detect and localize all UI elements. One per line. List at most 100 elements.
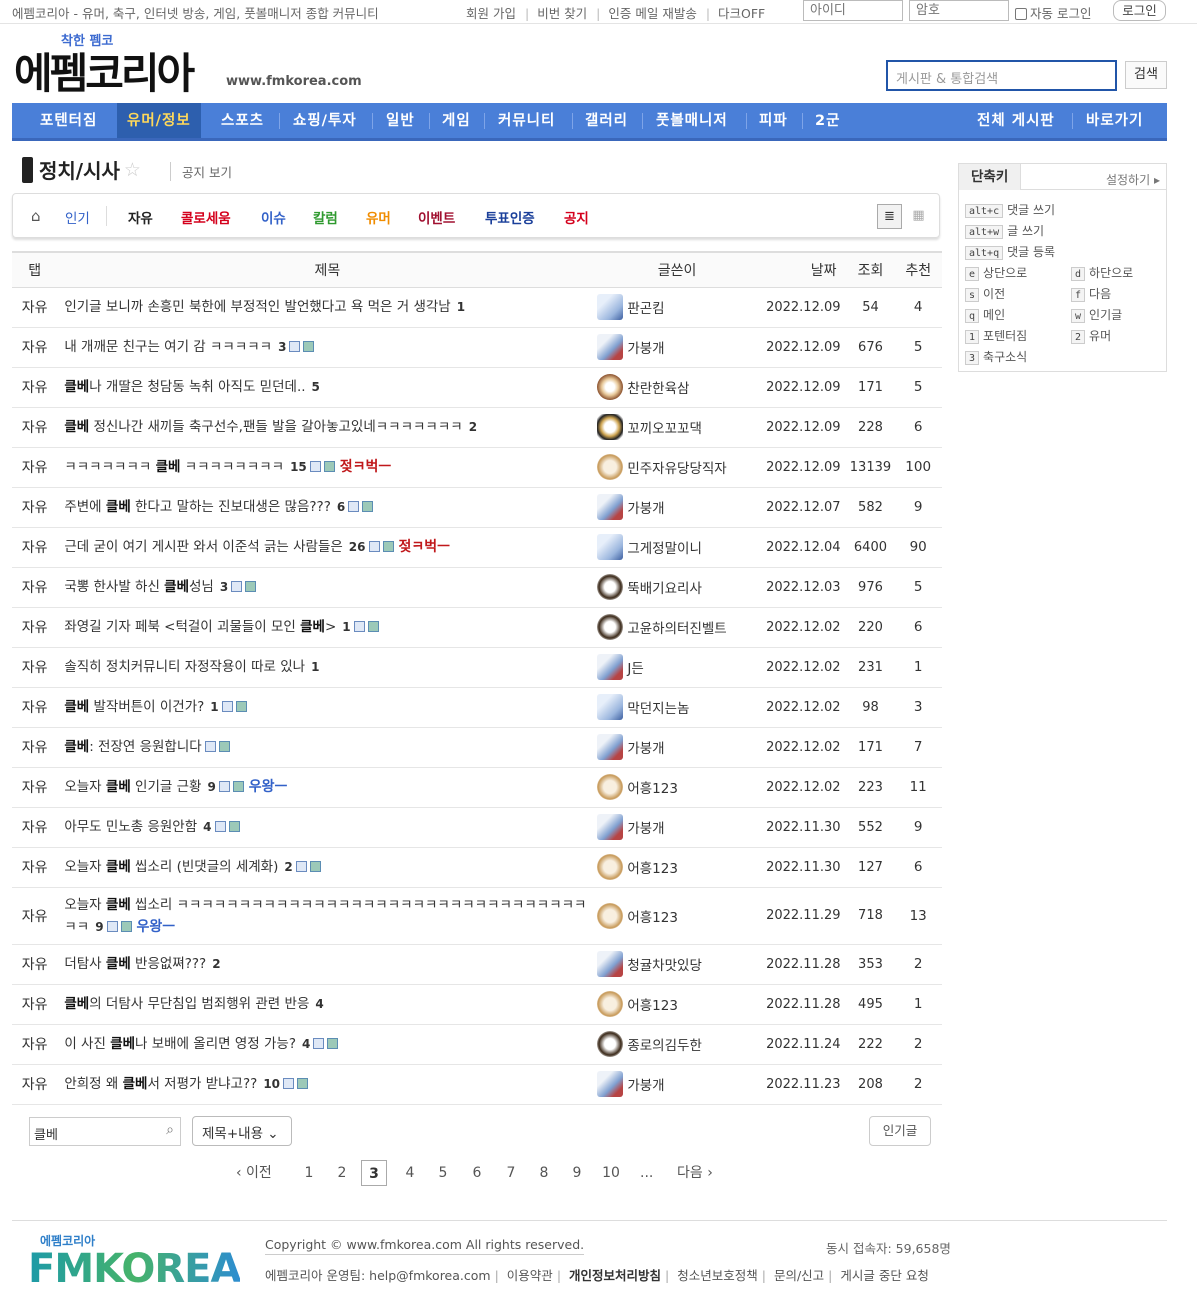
post-author[interactable]: 어흥123 <box>597 847 757 888</box>
author-name[interactable]: 가붕개 <box>627 741 664 757</box>
table-row[interactable]: 자유 아무도 민노총 응원안함 4 가붕개 2022.11.30 552 9 <box>12 807 942 848</box>
post-title-text[interactable]: 좌영길 기자 페북 <턱걸이 괴물들이 모인 <box>64 619 300 635</box>
post-title-cell[interactable]: 클베 정신나간 새끼들 축구선수,팬들 발을 갈아놓고있네ㅋㅋㅋㅋㅋㅋㅋ 2 <box>57 407 598 448</box>
comment-count[interactable]: 3 <box>220 580 228 594</box>
post-author[interactable]: 뚝배기요리사 <box>597 567 757 608</box>
nav-all-boards[interactable]: 전체 게시판 <box>977 103 1055 138</box>
author-name[interactable]: 어흥123 <box>627 998 678 1014</box>
current-page[interactable]: 3 <box>361 1160 387 1186</box>
post-category[interactable]: 자유 <box>12 607 58 648</box>
comment-count[interactable]: 26 <box>349 540 366 554</box>
post-title-cell[interactable]: 근데 굳이 여기 게시판 와서 이준석 긁는 사람들은 26 젖ㅋ벅ㅡ <box>57 527 598 568</box>
author-name[interactable]: 뚝배기요리사 <box>627 581 702 597</box>
post-category[interactable]: 자유 <box>12 727 58 768</box>
post-author[interactable]: 가붕개 <box>597 327 757 368</box>
post-category[interactable]: 자유 <box>12 527 58 568</box>
footer-youth[interactable]: 청소년보호정책 <box>677 1268 758 1283</box>
post-category[interactable]: 자유 <box>12 287 58 328</box>
post-title-cell[interactable]: 더탐사 클베 반응없쪄??? 2 <box>57 944 598 985</box>
footer-contact[interactable]: 에펨코리아 운영팀: help@fmkorea.com <box>265 1268 491 1283</box>
post-title-text[interactable]: 인기글 보니까 손흥민 북한에 부정적인 발언했다고 욕 먹은 거 생각남 <box>64 299 450 315</box>
post-title-text[interactable]: 솔직히 정치커뮤니티 자정작용이 따로 있나 <box>64 659 305 675</box>
post-category[interactable]: 자유 <box>12 984 58 1025</box>
search-highlight[interactable]: 클베 <box>64 419 89 435</box>
author-name[interactable]: 꼬끼오꼬꼬댁 <box>627 421 702 437</box>
post-category[interactable]: 자유 <box>12 767 58 808</box>
post-author[interactable]: 가붕개 <box>597 1064 757 1105</box>
post-title-cell[interactable]: 국뽕 한사발 하신 클베성님 3 <box>57 567 598 608</box>
comment-count[interactable]: 15 <box>290 460 307 474</box>
post-author[interactable]: 종로의김두한 <box>597 1024 757 1065</box>
search-highlight[interactable]: 클베 <box>64 996 89 1012</box>
post-category[interactable]: 자유 <box>12 647 58 688</box>
table-row[interactable]: 자유 클베나 개딸은 청담동 녹취 아직도 믿던데.. 5 찬란한육삼 2022.12.… <box>12 367 942 408</box>
author-name[interactable]: 판곤킴 <box>627 301 664 317</box>
tab-notice[interactable]: 공지 <box>564 207 589 227</box>
post-title-cell[interactable]: 클베: 전장연 응원합니다 <box>57 727 598 768</box>
search-highlight[interactable]: 클베 <box>110 1036 135 1052</box>
post-title-text[interactable]: 오늘자 <box>64 897 106 913</box>
home-icon[interactable]: ⌂ <box>31 207 41 225</box>
post-author[interactable]: 어흥123 <box>597 984 757 1025</box>
post-title-cell[interactable]: 오늘자 클베 인기글 근황 9 우왕ㅡ <box>57 767 598 808</box>
comment-count[interactable]: 2 <box>469 420 477 434</box>
comment-count[interactable]: 5 <box>312 380 320 394</box>
post-author[interactable]: 고윤하의터진벨트 <box>597 607 757 648</box>
post-author[interactable]: 어흥123 <box>597 887 757 945</box>
search-highlight[interactable]: 클베 <box>106 897 131 913</box>
comment-count[interactable]: 1 <box>342 620 350 634</box>
post-author[interactable]: 어흥123 <box>597 767 757 808</box>
post-title-text[interactable]: 정신나간 새끼들 축구선수,팬들 발을 갈아놓고있네ㅋㅋㅋㅋㅋㅋㅋ <box>89 419 462 435</box>
author-name[interactable]: 종로의김두한 <box>627 1038 702 1054</box>
table-row[interactable]: 자유 근데 굳이 여기 게시판 와서 이준석 긁는 사람들은 26 젖ㅋ벅ㅡ 그게정말이… <box>12 527 942 568</box>
page-link[interactable]: 2 <box>329 1160 355 1186</box>
nav-community[interactable]: 커뮤니티 <box>498 103 555 138</box>
post-title-text[interactable]: 안희정 왜 <box>64 1076 122 1092</box>
post-author[interactable]: J든 <box>597 647 757 688</box>
post-category[interactable]: 자유 <box>12 567 58 608</box>
post-category[interactable]: 자유 <box>12 447 58 488</box>
post-title-text[interactable]: 오늘자 <box>64 859 106 875</box>
author-name[interactable]: 막던지는놈 <box>627 701 689 717</box>
post-category[interactable]: 자유 <box>12 847 58 888</box>
page-link[interactable]: 6 <box>464 1160 490 1186</box>
tab-event[interactable]: 이벤트 <box>418 207 455 227</box>
post-category[interactable]: 자유 <box>12 687 58 728</box>
author-name[interactable]: 가붕개 <box>627 821 664 837</box>
nav-gallery[interactable]: 갤러리 <box>585 103 628 138</box>
post-title-text[interactable]: 아무도 민노총 응원안함 <box>64 819 197 835</box>
search-icon[interactable]: ⌕ <box>166 1122 174 1138</box>
footer-takedown[interactable]: 게시글 중단 요청 <box>840 1268 928 1283</box>
table-row[interactable]: 자유 더탐사 클베 반응없쪄??? 2 청귤차맛있당 2022.11.28 353 2 <box>12 944 942 985</box>
post-author[interactable]: 가붕개 <box>597 487 757 528</box>
post-category[interactable]: 자유 <box>12 1024 58 1065</box>
post-title-cell[interactable]: 오늘자 클베 씹소리 (빈댓글의 세계화) 2 <box>57 847 598 888</box>
nav-general[interactable]: 일반 <box>386 103 415 138</box>
comment-count[interactable]: 6 <box>337 500 345 514</box>
table-row[interactable]: 자유 인기글 보니까 손흥민 북한에 부정적인 발언했다고 욕 먹은 거 생각남 1… <box>12 287 942 328</box>
comment-count[interactable]: 2 <box>212 957 220 971</box>
author-name[interactable]: 어흥123 <box>627 781 678 797</box>
nav-football-manager[interactable]: 풋볼매니저 <box>656 103 728 138</box>
post-title-text[interactable]: 성님 <box>189 579 214 595</box>
table-row[interactable]: 자유 클베 발작버튼이 이건가? 1 막던지는놈 2022.12.02 98 3 <box>12 687 942 728</box>
post-author[interactable]: 그게정말이니 <box>597 527 757 568</box>
page-link[interactable]: 4 <box>397 1160 423 1186</box>
post-title-cell[interactable]: 이 사진 클베나 보배에 올리면 영정 가능? 4 <box>57 1024 598 1065</box>
tab-vote-proof[interactable]: 투표인증 <box>485 207 535 227</box>
post-category[interactable]: 자유 <box>12 407 58 448</box>
post-author[interactable]: 찬란한육삼 <box>597 367 757 408</box>
table-row[interactable]: 자유 클베 정신나간 새끼들 축구선수,팬들 발을 갈아놓고있네ㅋㅋㅋㅋㅋㅋㅋ 2 꼬… <box>12 407 942 448</box>
post-title-text[interactable]: 이 사진 <box>64 1036 110 1052</box>
table-row[interactable]: 자유 오늘자 클베 씹소리 ㅋㅋㅋㅋㅋㅋㅋㅋㅋㅋㅋㅋㅋㅋㅋㅋㅋㅋㅋㅋㅋㅋㅋㅋㅋㅋㅋ… <box>12 887 942 945</box>
author-name[interactable]: 민주자유당당직자 <box>627 461 726 477</box>
nav-fifa[interactable]: 피파 <box>759 103 788 138</box>
footer-report[interactable]: 문의/신고 <box>774 1268 824 1283</box>
search-highlight[interactable]: 클베 <box>156 459 181 475</box>
nav-humor-info[interactable]: 유머/정보 <box>117 103 201 138</box>
search-highlight[interactable]: 클베 <box>64 379 89 395</box>
post-title-text[interactable]: > <box>325 619 336 635</box>
tab-free[interactable]: 자유 <box>128 207 153 227</box>
tab-issue[interactable]: 이슈 <box>261 207 286 227</box>
comment-count[interactable]: 3 <box>278 340 286 354</box>
